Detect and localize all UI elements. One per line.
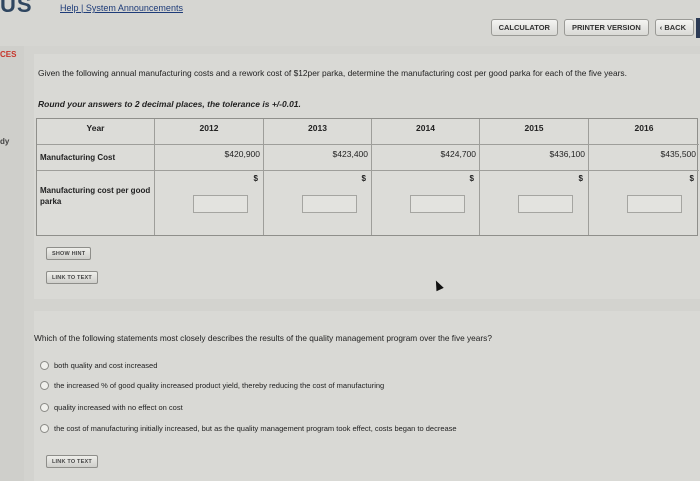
rounding-instruction: Round your answers to 2 decimal places, … — [38, 99, 301, 109]
question-1-prompt: Given the following annual manufacturing… — [38, 68, 627, 78]
cost-2016: $435,500 — [589, 145, 699, 171]
dollar-sign: $ — [361, 174, 366, 183]
cost-2015: $436,100 — [480, 145, 589, 171]
dollar-sign: $ — [469, 174, 474, 183]
answer-option-2[interactable]: the increased % of good quality increase… — [40, 381, 384, 390]
per-parka-cell-2013: $ — [264, 171, 372, 235]
question-2: Which of the following statements most c… — [34, 311, 700, 481]
right-edge-tab — [696, 18, 700, 38]
year-2015-header: 2015 — [480, 119, 589, 145]
year-2013-header: 2013 — [264, 119, 372, 145]
cost-per-parka-label: Manufacturing cost per good parka — [37, 171, 155, 235]
question-1: Given the following annual manufacturing… — [34, 54, 700, 299]
answer-option-4[interactable]: the cost of manufacturing initially incr… — [40, 424, 457, 433]
question-2-prompt: Which of the following statements most c… — [34, 333, 492, 343]
system-announcements-link[interactable]: System Announcements — [86, 3, 183, 13]
cost-2013: $423,400 — [264, 145, 372, 171]
answer-option-1[interactable]: both quality and cost increased — [40, 361, 157, 370]
top-bar: US Help | System Announcements CALCULATO… — [0, 0, 700, 46]
top-links: Help | System Announcements — [60, 3, 183, 13]
cost-2012: $420,900 — [155, 145, 264, 171]
link-to-text-button[interactable]: LINK TO TEXT — [46, 271, 98, 284]
cost-2014: $424,700 — [372, 145, 480, 171]
per-parka-cell-2016: $ — [589, 171, 699, 235]
radio-button[interactable] — [40, 424, 49, 433]
dollar-sign: $ — [689, 174, 694, 183]
per-parka-input-2012[interactable] — [193, 195, 248, 213]
per-parka-input-2015[interactable] — [518, 195, 573, 213]
per-parka-input-2016[interactable] — [627, 195, 682, 213]
radio-button[interactable] — [40, 403, 49, 412]
year-header: Year — [37, 119, 155, 145]
show-hint-button[interactable]: SHOW HINT — [46, 247, 92, 260]
answer-option-2-label: the increased % of good quality increase… — [54, 381, 385, 390]
answer-option-4-label: the cost of manufacturing initially incr… — [54, 424, 457, 433]
year-2016-header: 2016 — [589, 119, 699, 145]
answer-option-3-label: quality increased with no effect on cost — [54, 403, 183, 412]
sidebar-ces-label: CES — [0, 50, 17, 59]
year-2014-header: 2014 — [372, 119, 480, 145]
dollar-sign: $ — [253, 174, 258, 183]
cost-table: Year 2012 2013 2014 2015 2016 Manufactur… — [36, 118, 699, 236]
main-content: Given the following annual manufacturing… — [24, 46, 700, 481]
back-button[interactable]: ‹ BACK — [654, 19, 694, 36]
link-separator: | — [81, 3, 84, 13]
per-parka-cell-2014: $ — [372, 171, 480, 235]
link-to-text-button-2[interactable]: LINK TO TEXT — [46, 455, 98, 468]
toolbar: CALCULATOR PRINTER VERSION ‹ BACK — [490, 19, 694, 36]
per-parka-cell-2015: $ — [480, 171, 589, 235]
sidebar-dy-label: dy — [0, 137, 10, 146]
answer-option-1-label: both quality and cost increased — [54, 361, 158, 370]
dollar-sign: $ — [578, 174, 583, 183]
year-2012-header: 2012 — [155, 119, 264, 145]
radio-button[interactable] — [40, 361, 49, 370]
per-parka-cell-2012: $ — [155, 171, 264, 235]
manufacturing-cost-label: Manufacturing Cost — [37, 145, 155, 171]
left-sidebar-strip — [0, 46, 24, 481]
per-parka-input-2013[interactable] — [302, 195, 357, 213]
calculator-button[interactable]: CALCULATOR — [490, 19, 558, 36]
radio-button[interactable] — [40, 381, 49, 390]
answer-option-3[interactable]: quality increased with no effect on cost — [40, 403, 183, 412]
app-logo: US — [0, 0, 33, 17]
printer-version-button[interactable]: PRINTER VERSION — [563, 19, 649, 36]
help-link[interactable]: Help — [60, 3, 79, 13]
per-parka-input-2014[interactable] — [410, 195, 465, 213]
